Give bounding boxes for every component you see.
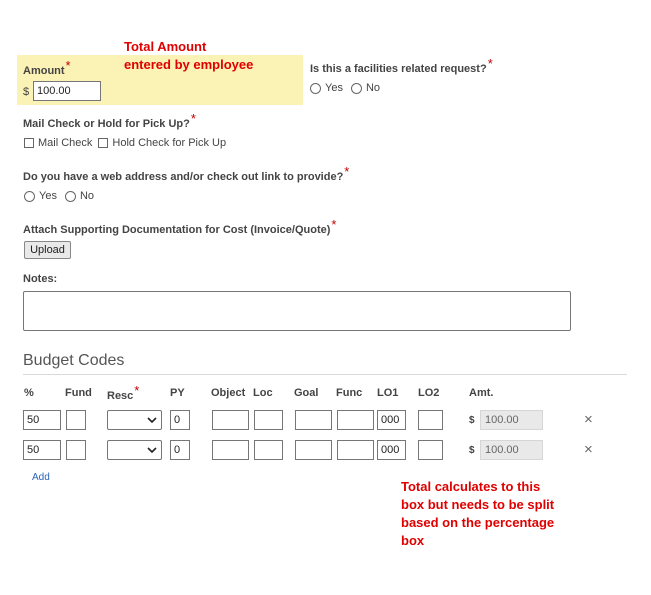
mail-check-options: Mail Check Hold Check for Pick Up [24,137,226,149]
remove-row-icon[interactable]: × [584,412,593,427]
chevron-down-icon [147,417,157,424]
pct-input[interactable]: 50 [23,440,61,460]
fund-input[interactable] [66,410,86,430]
web-address-question: Do you have a web address and/or check o… [23,164,349,183]
goal-input[interactable] [295,410,332,430]
upload-button[interactable]: Upload [24,241,71,259]
func-input[interactable] [337,440,374,460]
header-py: PY [170,387,185,399]
required-marker: * [331,217,337,232]
goal-input[interactable] [295,440,332,460]
header-object: Object [211,387,246,399]
required-marker: * [190,111,196,126]
attach-question-text: Attach Supporting Documentation for Cost… [23,224,331,236]
header-pct: % [24,387,34,399]
resc-select[interactable] [107,440,162,460]
py-input[interactable]: 0 [170,440,190,460]
mail-check-question: Mail Check or Hold for Pick Up?* [23,111,196,130]
mail-check-checkbox[interactable] [24,138,34,148]
annotation-line: Total Amount [124,39,207,54]
hold-check-label: Hold Check for Pick Up [112,137,227,149]
func-input[interactable] [337,410,374,430]
pct-input[interactable]: 50 [23,410,61,430]
loc-input[interactable] [254,410,283,430]
fund-input[interactable] [66,440,86,460]
py-input[interactable]: 0 [170,410,190,430]
annotation-total-amount: Total Amount entered by employee [124,38,253,74]
facilities-yes-label: Yes [325,82,343,94]
header-lo2: LO2 [418,387,440,399]
notes-label: Notes: [23,273,58,285]
amount-label: Amount* [23,58,71,77]
annotation-line: entered by employee [124,57,254,72]
remove-row-icon[interactable]: × [584,442,593,457]
facilities-options: Yes No [310,82,380,94]
hold-check-checkbox[interactable] [98,138,109,148]
web-address-yes-radio[interactable] [24,190,35,202]
lo2-input[interactable] [418,410,443,430]
notes-textarea[interactable] [23,291,571,331]
amt-display: 100.00 [480,440,543,460]
web-address-no-label: No [79,190,95,202]
header-func: Func [336,387,363,399]
annotation-line: Total calculates to this [401,479,541,494]
header-fund: Fund [65,387,92,399]
annotation-total-calc: Total calculates to this box but needs t… [401,478,554,550]
annotation-line: box [401,533,425,548]
required-marker: * [134,383,140,398]
resc-select[interactable] [107,410,162,430]
header-lo1: LO1 [377,387,399,399]
object-input[interactable] [212,410,249,430]
object-input[interactable] [212,440,249,460]
required-marker: * [65,58,71,73]
amt-currency: $ [469,445,475,456]
loc-input[interactable] [254,440,283,460]
web-address-yes-label: Yes [39,190,57,202]
annotation-line: based on the percentage [401,515,555,530]
required-marker: * [487,56,493,71]
mail-check-label: Mail Check [38,137,93,149]
facilities-no-label: No [365,82,381,94]
amt-currency: $ [469,415,475,426]
budget-codes-title: Budget Codes [23,352,125,369]
amt-display: 100.00 [480,410,543,430]
facilities-yes-radio[interactable] [310,82,321,94]
web-address-question-text: Do you have a web address and/or check o… [23,171,344,183]
annotation-line: box but needs to be split [401,497,555,512]
lo1-input[interactable]: 000 [377,440,406,460]
amount-currency: $ [23,86,30,98]
required-marker: * [344,164,350,179]
attach-question: Attach Supporting Documentation for Cost… [23,217,336,236]
header-loc: Loc [253,387,273,399]
chevron-down-icon [147,447,157,454]
lo2-input[interactable] [418,440,443,460]
amount-input[interactable]: 100.00 [33,81,101,101]
header-amt: Amt. [469,387,494,399]
header-resc: Resc* [107,383,139,402]
mail-check-question-text: Mail Check or Hold for Pick Up? [23,118,190,130]
amount-label-text: Amount [23,65,65,77]
facilities-question-text: Is this a facilities related request? [310,63,487,75]
facilities-question: Is this a facilities related request?* [310,56,493,75]
header-goal: Goal [294,387,319,399]
budget-divider [23,374,627,375]
header-resc-text: Resc [107,390,134,402]
lo1-input[interactable]: 000 [377,410,406,430]
add-row-link[interactable]: Add [32,472,50,483]
web-address-no-radio[interactable] [64,190,76,202]
facilities-no-radio[interactable] [350,82,362,94]
web-address-options: Yes No [24,190,94,202]
